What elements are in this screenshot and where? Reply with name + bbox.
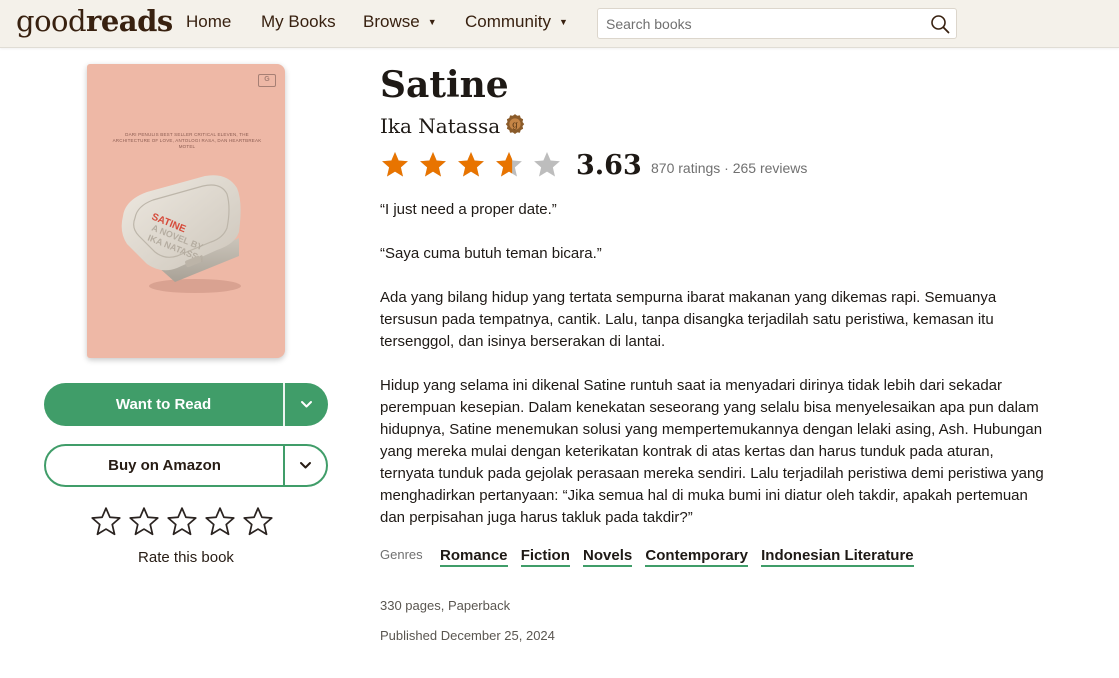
buy-on-amazon-button[interactable]: Buy on Amazon [46, 446, 283, 485]
search-icon[interactable] [930, 14, 950, 34]
book-format-details: 330 pages, Paperback [380, 598, 511, 613]
rating-star-icon [534, 152, 560, 177]
goodreads-logo[interactable]: goodreads [16, 4, 173, 38]
publisher-logo: G [258, 74, 276, 87]
description-paragraph: “Saya cuma butuh teman bicara.” [380, 245, 602, 262]
rate-this-book-stars [90, 506, 282, 540]
genre-romance[interactable]: Romance [440, 547, 508, 567]
rate-star-3-icon[interactable] [166, 506, 198, 538]
genre-contemporary[interactable]: Contemporary [645, 547, 748, 567]
top-navigation-bar: goodreads Home My Books Browse ▼ Communit… [0, 0, 1119, 48]
rate-star-5-icon[interactable] [242, 506, 274, 538]
rating-star-icon [420, 152, 446, 177]
rating-star-icon [496, 152, 522, 177]
food-container-illustration: SATINE A NOVEL BY IKA NATASSA [121, 175, 241, 293]
description-paragraph: Ada yang bilang hidup yang tertata sempu… [380, 289, 997, 350]
rating-star-icon [458, 152, 484, 177]
chevron-down-icon[interactable] [285, 446, 326, 485]
buy-group: Buy on Amazon [44, 444, 328, 487]
nav-browse[interactable]: Browse ▼ [363, 12, 437, 32]
average-rating-stars [380, 148, 566, 184]
book-title: Satine [380, 64, 509, 106]
genre-indonesian-literature[interactable]: Indonesian Literature [761, 547, 914, 567]
cover-tagline: DARI PENULIS BEST SELLER CRITICAL ELEVEN… [112, 132, 262, 149]
rate-star-1-icon[interactable] [90, 506, 122, 538]
genre-list: Romance Fiction Novels Contemporary Indo… [440, 547, 923, 567]
genre-fiction[interactable]: Fiction [520, 547, 570, 567]
description-paragraph: Hidup yang selama ini dikenal Satine run… [380, 377, 1044, 526]
ratings-reviews-count[interactable]: 870 ratings · 265 reviews [651, 160, 807, 176]
genres-label: Genres [380, 547, 423, 562]
nav-community-label: Community [465, 12, 551, 31]
search-input[interactable] [606, 15, 916, 33]
nav-community[interactable]: Community ▼ [465, 12, 568, 32]
want-to-read-button[interactable]: Want to Read [44, 383, 283, 426]
nav-my-books[interactable]: My Books [261, 12, 336, 32]
genre-novels[interactable]: Novels [583, 547, 633, 567]
caret-down-icon: ▼ [427, 17, 437, 27]
search-box [597, 8, 957, 39]
goodreads-author-badge-icon: g [505, 114, 525, 134]
rate-star-4-icon[interactable] [204, 506, 236, 538]
book-cover[interactable]: G DARI PENULIS BEST SELLER CRITICAL ELEV… [87, 64, 285, 358]
rate-star-2-icon[interactable] [128, 506, 160, 538]
description-paragraph: “I just need a proper date.” [380, 201, 557, 218]
rating-star-icon [382, 152, 408, 177]
book-description: “I just need a proper date.” “Saya cuma … [380, 199, 1050, 551]
nav-home[interactable]: Home [186, 12, 231, 32]
author-name[interactable]: Ika Natassa [380, 114, 500, 138]
average-rating-value: 3.63 [576, 150, 642, 181]
chevron-down-icon[interactable] [285, 383, 328, 426]
caret-down-icon: ▼ [558, 17, 568, 27]
nav-browse-label: Browse [363, 12, 420, 31]
rate-this-book-label: Rate this book [138, 549, 234, 566]
svg-text:g: g [512, 120, 518, 130]
publication-date: Published December 25, 2024 [380, 628, 555, 643]
want-to-read-group: Want to Read [44, 383, 328, 426]
